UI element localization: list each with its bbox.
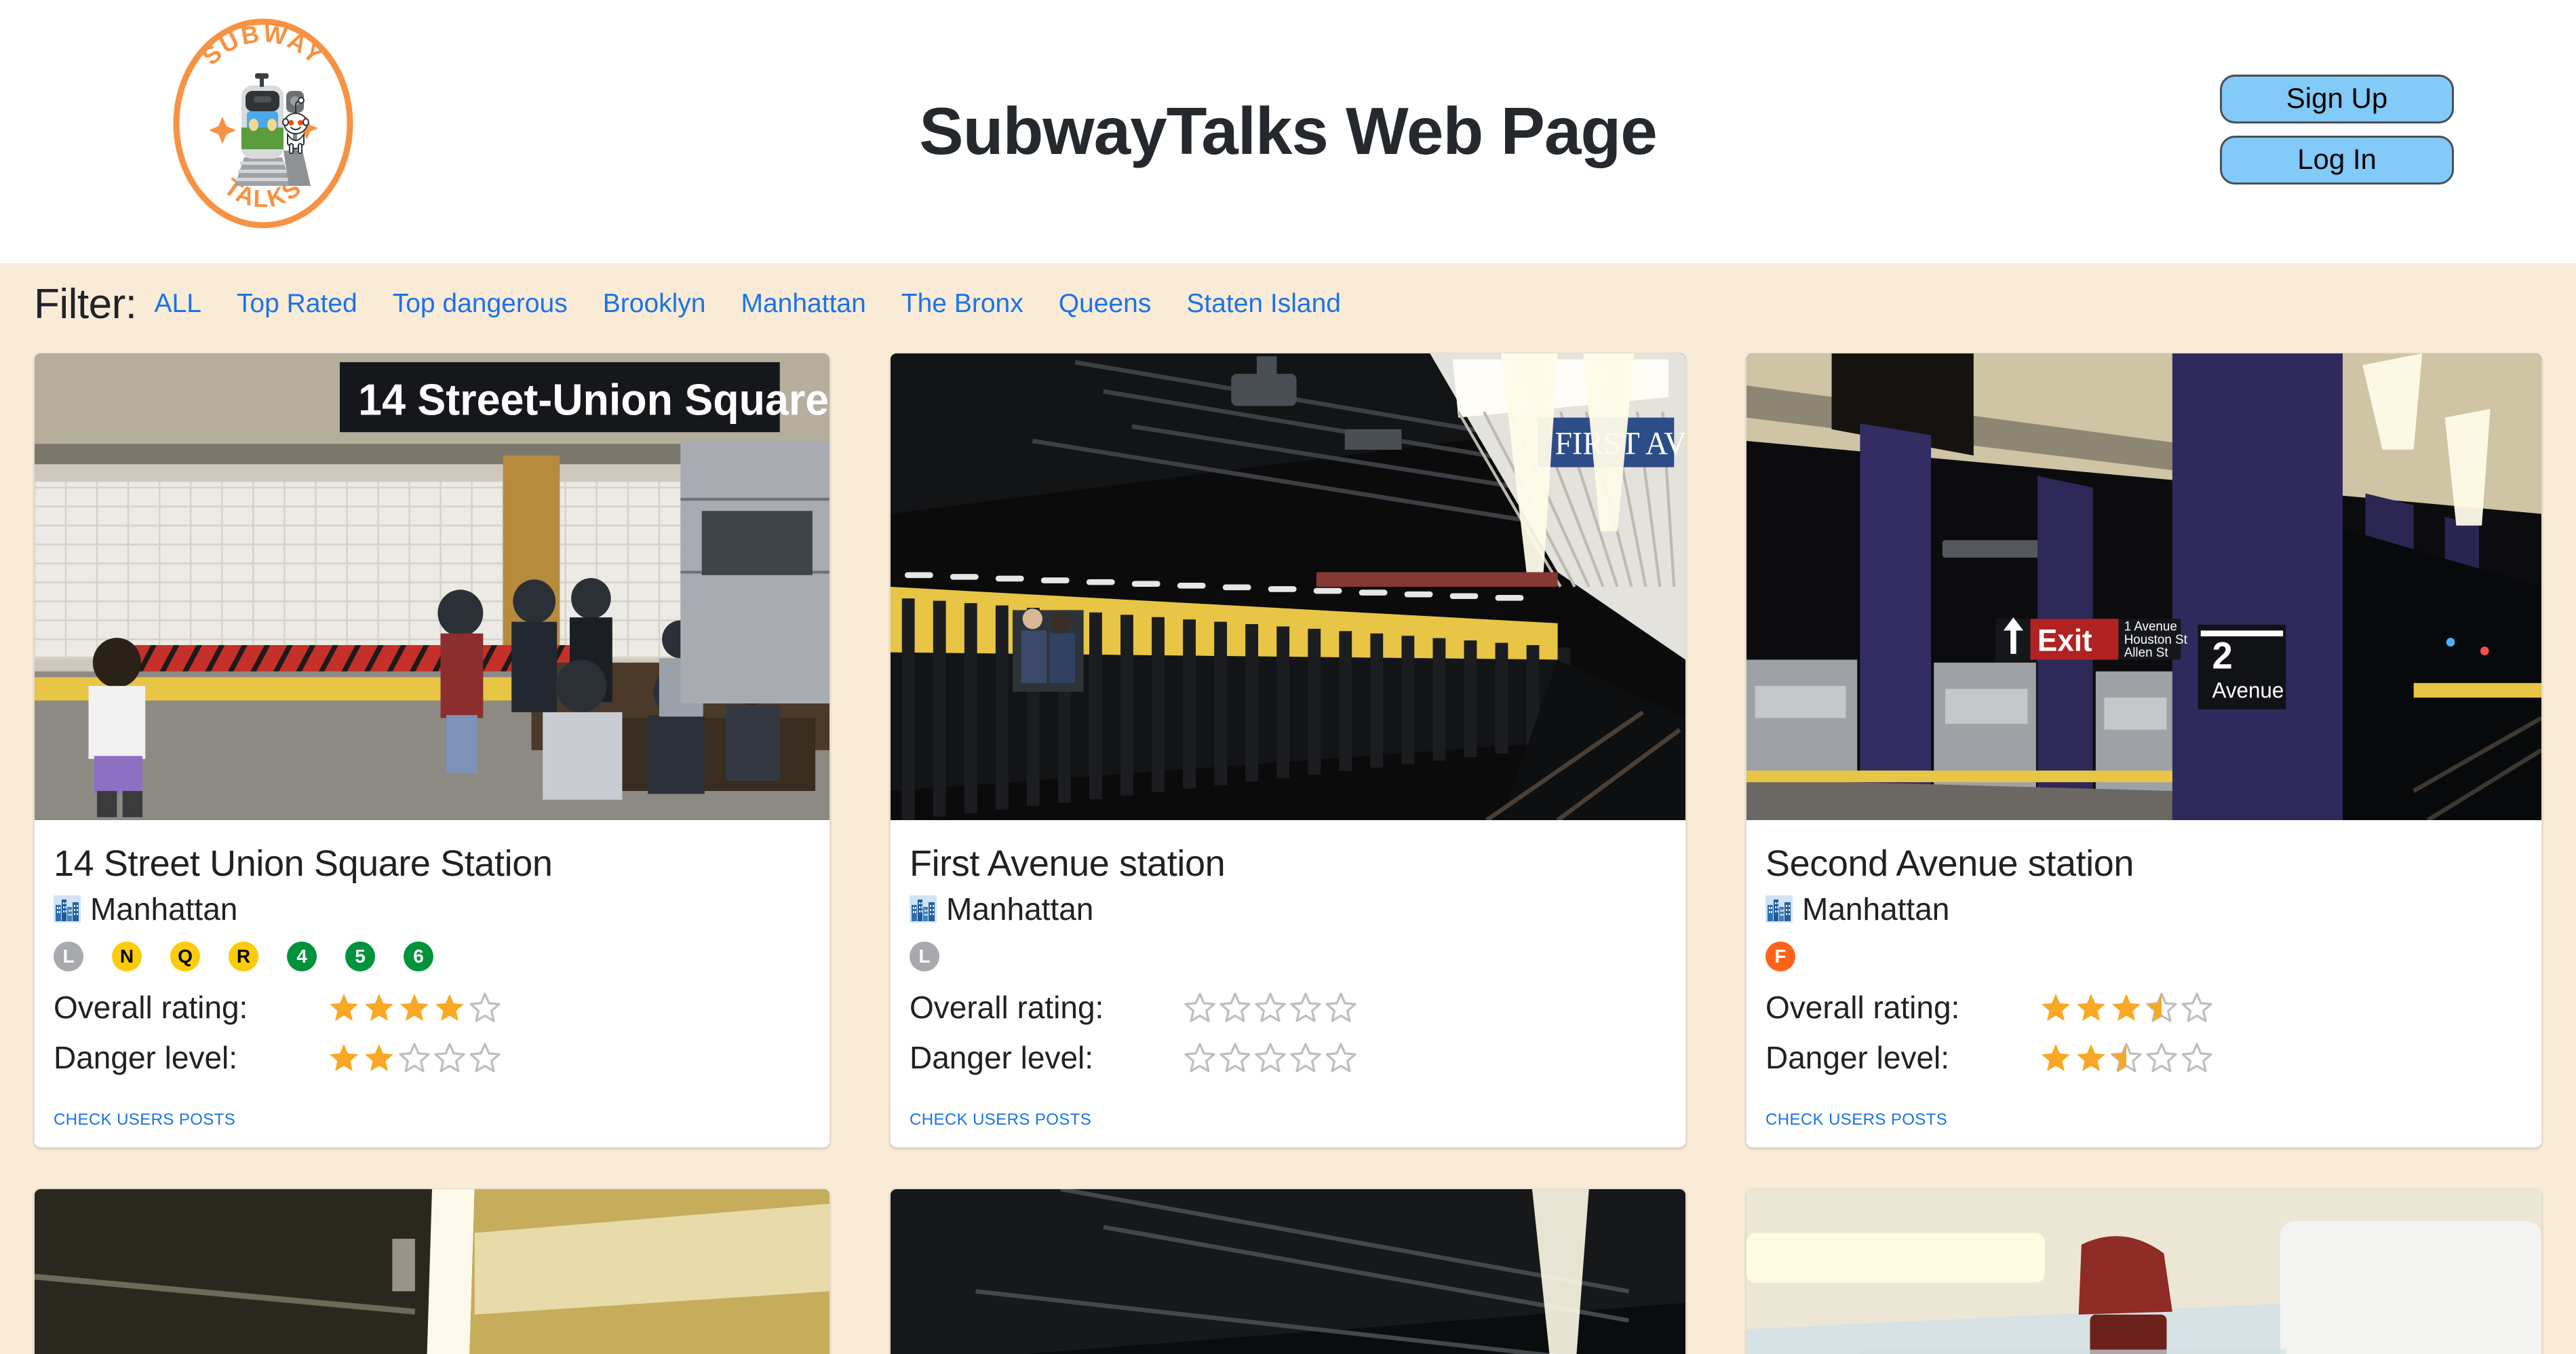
filter-link-all[interactable]: ALL (155, 290, 201, 317)
svg-text:14 Street-Union Square: 14 Street-Union Square (358, 376, 829, 425)
station-card[interactable] (1746, 1188, 2542, 1354)
borough-row: Manhattan (910, 893, 1666, 925)
cityscape-icon (1765, 895, 1793, 923)
filter-link-staten-island[interactable]: Staten Island (1186, 290, 1341, 317)
check-users-posts-link[interactable]: CHECK USERS POSTS (54, 1074, 235, 1129)
card-body: First Avenue station Manhattan L Overall… (891, 820, 1685, 1074)
danger-level-stars (1184, 1041, 1357, 1074)
station-card[interactable]: 14 Street-Union Square 14 Street Union S… (34, 353, 830, 1148)
borough-name: Manhattan (946, 891, 1094, 927)
danger-level-row: Danger level: (910, 1041, 1666, 1074)
station-photo: 14 Street-Union Square (35, 353, 830, 820)
subway-line-badge-4: 4 (287, 942, 317, 972)
station-photo: 2 Avenue 2 Avenue Exit 1 Avenue Houston … (1746, 353, 2541, 820)
overall-rating-label: Overall rating: (910, 990, 1104, 1026)
subway-line-badge-l: L (910, 942, 939, 972)
subway-line-badge-n: N (112, 942, 142, 972)
borough-name: Manhattan (90, 891, 238, 927)
filter-link-queens[interactable]: Queens (1059, 290, 1152, 317)
card-body: Second Avenue station Manhattan F Overal… (1746, 820, 2541, 1074)
danger-level-row: Danger level: (54, 1041, 811, 1074)
check-users-posts-link[interactable]: CHECK USERS POSTS (910, 1074, 1091, 1129)
svg-text:1 Avenue: 1 Avenue (2124, 619, 2177, 634)
filter-link-top-dangerous[interactable]: Top dangerous (393, 290, 568, 317)
auth-buttons: Sign Up Log In (2220, 75, 2454, 185)
log-in-button[interactable]: Log In (2220, 136, 2454, 185)
filter-label: Filter: (34, 281, 137, 328)
station-photo (891, 1189, 1685, 1354)
subway-lines: F (1765, 940, 2522, 973)
cityscape-icon (910, 895, 937, 923)
station-card-grid: 14 Street-Union Square 14 Street Union S… (0, 346, 2576, 1354)
cityscape-icon (54, 895, 81, 923)
page-title: SubwayTalks Web Page (919, 94, 1657, 168)
subway-line-badge-f: F (1765, 942, 1795, 972)
card-body: 14 Street Union Square Station Manhattan… (35, 820, 830, 1074)
subway-lines: LNQR456 (54, 940, 811, 973)
danger-level-label: Danger level: (54, 1040, 238, 1076)
subway-line-badge-5: 5 (345, 942, 375, 972)
overall-rating-stars (1184, 991, 1357, 1024)
borough-row: Manhattan (1765, 893, 2522, 925)
svg-text:2: 2 (2212, 634, 2232, 677)
overall-rating-row: Overall rating: (1765, 991, 2522, 1024)
station-card[interactable]: FIRST AVE First Avenue station (890, 353, 1686, 1148)
subway-line-badge-r: R (229, 942, 258, 972)
borough-row: Manhattan (54, 893, 811, 925)
check-users-posts-link[interactable]: CHECK USERS POSTS (1765, 1074, 1947, 1129)
danger-level-stars (2040, 1041, 2213, 1074)
station-name: Second Avenue station (1765, 843, 2134, 884)
station-card[interactable] (34, 1188, 830, 1354)
subway-lines: L (910, 940, 1666, 973)
card-footer: CHECK USERS POSTS (1746, 1074, 2541, 1147)
filter-links: ALL Top Rated Top dangerous Brooklyn Man… (155, 290, 1342, 320)
overall-rating-row: Overall rating: (54, 991, 811, 1024)
filter-link-top-rated[interactable]: Top Rated (237, 290, 357, 317)
danger-level-label: Danger level: (1765, 1040, 1950, 1076)
site-header: SUBWAY TALKS SubwayTalks Web Page Sign U… (0, 0, 2576, 263)
subway-line-badge-l: L (54, 942, 83, 972)
danger-level-row: Danger level: (1765, 1041, 2522, 1074)
card-footer: CHECK USERS POSTS (891, 1074, 1685, 1147)
station-photo: FIRST AVE (891, 353, 1685, 820)
svg-text:Exit: Exit (2037, 624, 2092, 658)
svg-text:Houston St: Houston St (2124, 633, 2188, 647)
station-card[interactable] (890, 1188, 1686, 1354)
subway-line-badge-6: 6 (404, 942, 433, 972)
station-name: 14 Street Union Square Station (54, 843, 553, 884)
svg-text:Allen St: Allen St (2124, 646, 2169, 660)
station-photo (1746, 1189, 2541, 1354)
filter-link-brooklyn[interactable]: Brooklyn (603, 290, 706, 317)
borough-name: Manhattan (1802, 891, 1950, 927)
filter-link-the-bronx[interactable]: The Bronx (901, 290, 1023, 317)
filter-bar: Filter: ALL Top Rated Top dangerous Broo… (0, 263, 2576, 346)
station-photo (35, 1189, 830, 1354)
subway-line-badge-q: Q (170, 942, 200, 972)
station-card[interactable]: 2 Avenue 2 Avenue Exit 1 Avenue Houston … (1746, 353, 2542, 1148)
overall-rating-label: Overall rating: (1765, 990, 1960, 1026)
overall-rating-label: Overall rating: (54, 990, 248, 1026)
filter-link-manhattan[interactable]: Manhattan (741, 290, 865, 317)
overall-rating-stars (2040, 991, 2213, 1024)
sign-up-button[interactable]: Sign Up (2220, 75, 2454, 123)
station-name: First Avenue station (910, 843, 1226, 884)
overall-rating-stars (328, 991, 501, 1024)
overall-rating-row: Overall rating: (910, 991, 1666, 1024)
danger-level-label: Danger level: (910, 1040, 1094, 1076)
svg-text:Avenue: Avenue (2212, 678, 2284, 702)
danger-level-stars (328, 1041, 501, 1074)
card-footer: CHECK USERS POSTS (35, 1074, 830, 1147)
